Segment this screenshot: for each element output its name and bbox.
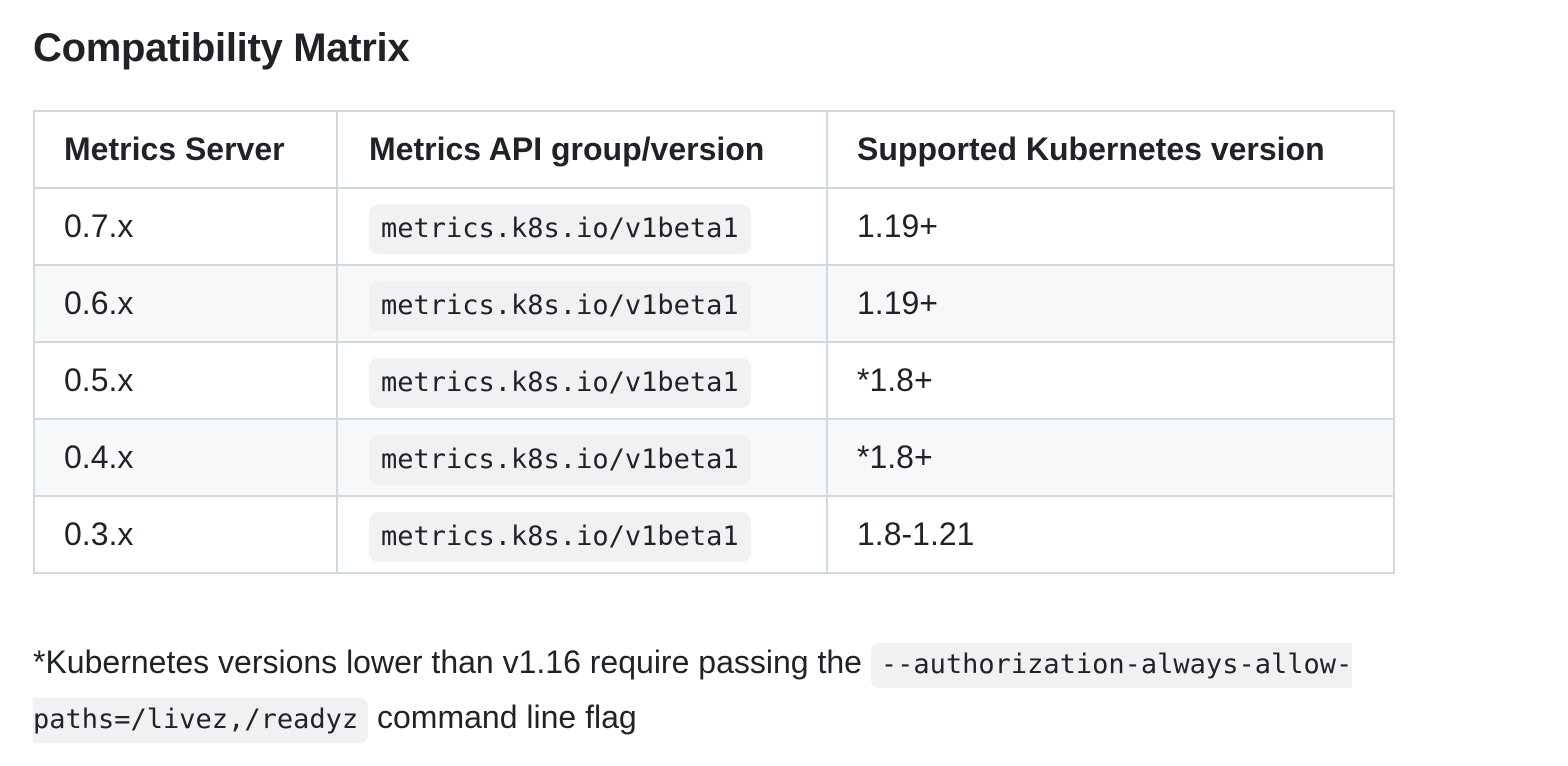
column-header-api-version: Metrics API group/version [336,110,828,189]
metrics-server-version-cell: 0.5.x [33,341,338,420]
kubernetes-version-cell: 1.19+ [826,264,1395,343]
column-header-metrics-server: Metrics Server [33,110,338,189]
table-row: 0.5.x metrics.k8s.io/v1beta1 *1.8+ [33,341,1395,420]
column-header-kubernetes-version: Supported Kubernetes version [826,110,1395,189]
api-version-code: metrics.k8s.io/v1beta1 [369,281,751,331]
table-row: 0.3.x metrics.k8s.io/v1beta1 1.8-1.21 [33,495,1395,574]
section-heading: Compatibility Matrix [33,26,410,70]
kubernetes-version-cell: 1.8-1.21 [826,495,1395,574]
table-row: 0.6.x metrics.k8s.io/v1beta1 1.19+ [33,264,1395,343]
metrics-server-version-cell: 0.6.x [33,264,338,343]
api-version-code: metrics.k8s.io/v1beta1 [369,435,751,485]
kubernetes-version-cell: *1.8+ [826,418,1395,497]
api-version-cell: metrics.k8s.io/v1beta1 [336,495,828,574]
table-row: 0.7.x metrics.k8s.io/v1beta1 1.19+ [33,187,1395,266]
footnote-prefix: *Kubernetes versions lower than v1.16 re… [33,644,862,680]
api-version-cell: metrics.k8s.io/v1beta1 [336,187,828,266]
api-version-cell: metrics.k8s.io/v1beta1 [336,341,828,420]
kubernetes-version-cell: 1.19+ [826,187,1395,266]
footnote: *Kubernetes versions lower than v1.16 re… [33,636,1503,746]
api-version-code: metrics.k8s.io/v1beta1 [369,358,751,408]
api-version-code: metrics.k8s.io/v1beta1 [369,204,751,254]
api-version-cell: metrics.k8s.io/v1beta1 [336,418,828,497]
table-row: 0.4.x metrics.k8s.io/v1beta1 *1.8+ [33,418,1395,497]
footnote-suffix: command line flag [377,699,637,735]
table-header-row: Metrics Server Metrics API group/version… [33,110,1395,189]
metrics-server-version-cell: 0.3.x [33,495,338,574]
api-version-code: metrics.k8s.io/v1beta1 [369,512,751,562]
metrics-server-version-cell: 0.7.x [33,187,338,266]
compatibility-table: Metrics Server Metrics API group/version… [33,110,1395,574]
metrics-server-version-cell: 0.4.x [33,418,338,497]
api-version-cell: metrics.k8s.io/v1beta1 [336,264,828,343]
kubernetes-version-cell: *1.8+ [826,341,1395,420]
